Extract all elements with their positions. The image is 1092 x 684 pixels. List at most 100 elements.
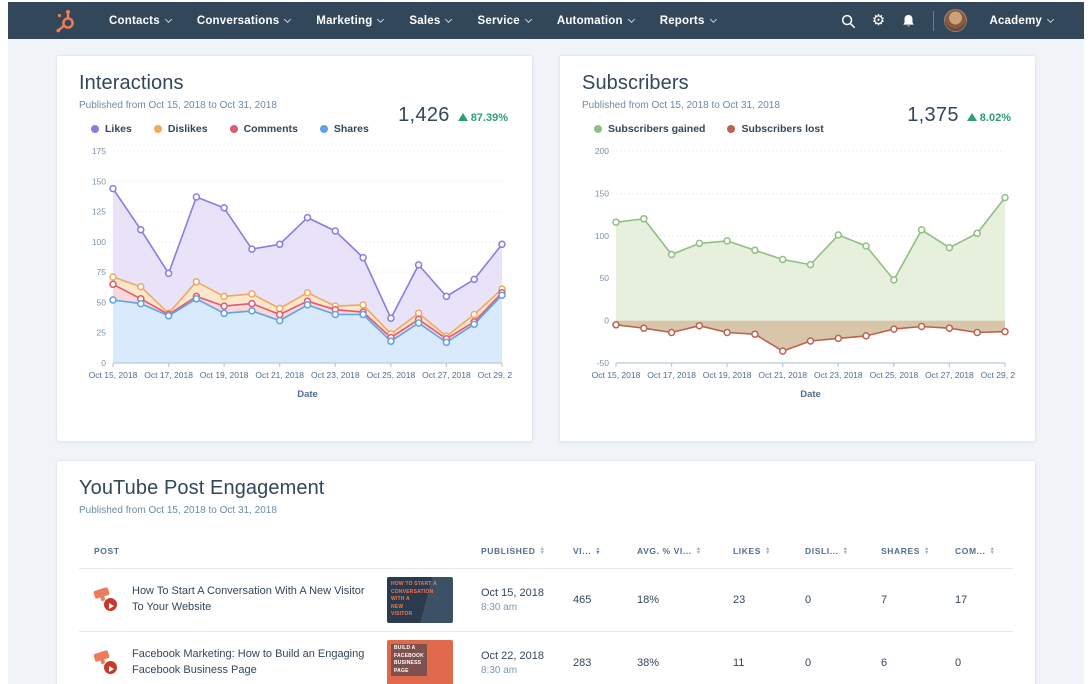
interactions-chart[interactable]: 0 25 50 75 100 125 150 175 Oct 15, 2018 Oct 17, 2… (79, 139, 527, 401)
nav-item-contacts[interactable]: Contacts (109, 15, 172, 27)
chevron-down-icon (1046, 15, 1055, 24)
shares-dot-icon (319, 125, 328, 133)
table-subtitle: Published from Oct 15, 2018 to Oct 31, 2… (79, 505, 277, 516)
avatar[interactable] (944, 9, 968, 32)
sort-arrows-icon: ▲ ▼ (924, 546, 931, 556)
notifications-bell-icon[interactable] (893, 6, 923, 36)
nav-item-sales[interactable]: Sales (409, 14, 453, 27)
thumbnail-person-figure (425, 585, 447, 619)
legend-item-subscribers-lost[interactable]: Subscribers lost (727, 123, 824, 135)
subscribers-total: 1,375 (907, 104, 959, 126)
dislikes-cell: 0 (805, 594, 812, 606)
nav-item-automation[interactable]: Automation (556, 14, 635, 27)
svg-text:Oct 23, 2018: Oct 23, 2018 (311, 370, 360, 380)
legend-item-dislikes[interactable]: Dislikes (153, 123, 208, 135)
svg-text:Date: Date (297, 389, 318, 400)
nav-item-conversations[interactable]: Conversations (196, 14, 292, 27)
interactions-metric: 1,426 87.39% (398, 104, 508, 127)
dislikes-cell: 0 (805, 657, 812, 669)
column-header-likes[interactable]: LIKES ▲ ▼ (733, 546, 805, 556)
dislikes-dot-icon (153, 125, 162, 133)
search-icon[interactable] (833, 6, 863, 36)
nav-divider (933, 10, 935, 31)
avg-pct-viewed-cell: 18% (637, 594, 660, 606)
interactions-title: Interactions (79, 72, 184, 94)
likes-cell: 23 (733, 594, 746, 606)
svg-text:Oct 27, 2018: Oct 27, 2018 (925, 370, 974, 380)
academy-youtube-icon (93, 649, 120, 675)
svg-text:Oct 23, 2018: Oct 23, 2018 (814, 370, 863, 380)
post-title-link[interactable]: Facebook Marketing: How to Build an Enga… (132, 647, 375, 679)
chevron-down-icon (445, 15, 453, 24)
svg-text:200: 200 (595, 146, 609, 156)
nav-item-label: Reports (659, 14, 705, 27)
post-title-link[interactable]: How To Start A Conversation With A New V… (132, 584, 375, 616)
comments-cell: 0 (955, 657, 962, 669)
table-row: How To Start A Conversation With A New V… (79, 569, 1013, 632)
column-header-comments[interactable]: COM... ▲ ▼ (955, 546, 1013, 556)
shares-cell: 7 (881, 594, 888, 606)
legend-item-likes[interactable]: Likes (91, 123, 132, 135)
sort-arrows-icon: ▲ ▼ (989, 546, 996, 556)
shares-cell: 6 (881, 657, 888, 669)
nav-item-label: Marketing (316, 14, 373, 27)
chevron-down-icon (164, 15, 172, 24)
legend-item-shares[interactable]: Shares (319, 123, 369, 135)
nav-item-label: Conversations (196, 14, 280, 27)
post-engagement-table: POST PUBLISHED ▲ ▼ VI... ▲ ▼ AVG. % VI... ▲ ▼ … (79, 536, 1013, 684)
column-header-views[interactable]: VI... ▲ ▼ (573, 546, 637, 556)
chevron-down-icon (709, 15, 717, 24)
nav-item-label: Automation (556, 14, 623, 27)
legend-item-comments[interactable]: Comments (229, 123, 298, 135)
dashboard-main: Interactions Published from Oct 15, 2018… (56, 55, 1036, 684)
svg-text:75: 75 (97, 267, 107, 277)
nav-item-label: Service (477, 14, 520, 27)
account-menu-academy[interactable]: Academy (989, 15, 1055, 27)
post-cell: Facebook Marketing: How to Build an Enga… (93, 640, 481, 684)
svg-text:Oct 21, 2018: Oct 21, 2018 (758, 370, 807, 380)
nav-item-service[interactable]: Service (477, 14, 532, 27)
column-header-avg-pct-viewed[interactable]: AVG. % VI... ▲ ▼ (637, 546, 733, 556)
column-header-published[interactable]: PUBLISHED ▲ ▼ (481, 546, 573, 556)
nav-item-marketing[interactable]: Marketing (316, 14, 385, 27)
svg-text:150: 150 (92, 176, 106, 186)
svg-text:125: 125 (92, 207, 106, 217)
table-header-row: POST PUBLISHED ▲ ▼ VI... ▲ ▼ AVG. % VI... ▲ ▼ … (79, 536, 1013, 569)
youtube-post-engagement-card: YouTube Post Engagement Published from O… (56, 460, 1036, 684)
subscribers-chart[interactable]: -50 0 50 100 150 200 Oct 15, 2018 Oct 17, 2018 O… (582, 139, 1030, 401)
settings-gear-icon[interactable]: ⚙ (863, 6, 893, 36)
views-cell: 465 (573, 594, 592, 606)
svg-text:Oct 17, 2018: Oct 17, 2018 (647, 370, 696, 380)
published-cell: Oct 15, 2018 8:30 am (481, 587, 544, 613)
avg-pct-viewed-cell: 38% (637, 657, 660, 669)
nav-item-reports[interactable]: Reports (659, 14, 717, 27)
svg-text:Oct 21, 2018: Oct 21, 2018 (255, 370, 304, 380)
column-header-shares[interactable]: SHARES ▲ ▼ (881, 546, 955, 556)
nav-item-label: Sales (409, 14, 441, 27)
svg-text:Oct 17, 2018: Oct 17, 2018 (144, 370, 193, 380)
video-thumbnail[interactable]: HOW TO START A CONVERSATION WITH A NEW V… (387, 577, 453, 623)
svg-text:Oct 25, 2018: Oct 25, 2018 (870, 370, 919, 380)
svg-text:Oct 15, 2018: Oct 15, 2018 (592, 370, 641, 380)
sort-arrows-icon: ▲ ▼ (539, 546, 546, 556)
svg-text:Date: Date (800, 389, 821, 400)
subscribers-card: Subscribers Published from Oct 15, 2018 … (559, 55, 1036, 442)
trend-up-icon (966, 113, 977, 121)
subscribers-delta: 8.02% (966, 112, 1011, 124)
sort-arrows-icon: ▲ ▼ (595, 546, 602, 556)
column-header-dislikes[interactable]: DISLI... ▲ ▼ (805, 546, 881, 556)
interactions-delta: 87.39% (457, 112, 508, 124)
table-title: YouTube Post Engagement (79, 477, 325, 499)
svg-text:Oct 27, 2018: Oct 27, 2018 (422, 370, 471, 380)
chevron-down-icon (627, 15, 635, 24)
video-thumbnail[interactable]: BUILD A FACEBOOK BUSINESS PAGE (387, 640, 453, 684)
interactions-total: 1,426 (398, 104, 450, 126)
hubspot-sprocket-logo[interactable] (52, 8, 82, 34)
svg-text:Oct 15, 2018: Oct 15, 2018 (89, 370, 138, 380)
svg-text:Oct 29, 2018: Oct 29, 2018 (981, 370, 1015, 380)
chevron-down-icon (524, 15, 532, 24)
trend-up-icon (457, 113, 468, 121)
legend-item-subscribers-gained[interactable]: Subscribers gained (594, 123, 705, 135)
lost-dot-icon (727, 125, 736, 133)
comments-dot-icon (229, 125, 238, 133)
